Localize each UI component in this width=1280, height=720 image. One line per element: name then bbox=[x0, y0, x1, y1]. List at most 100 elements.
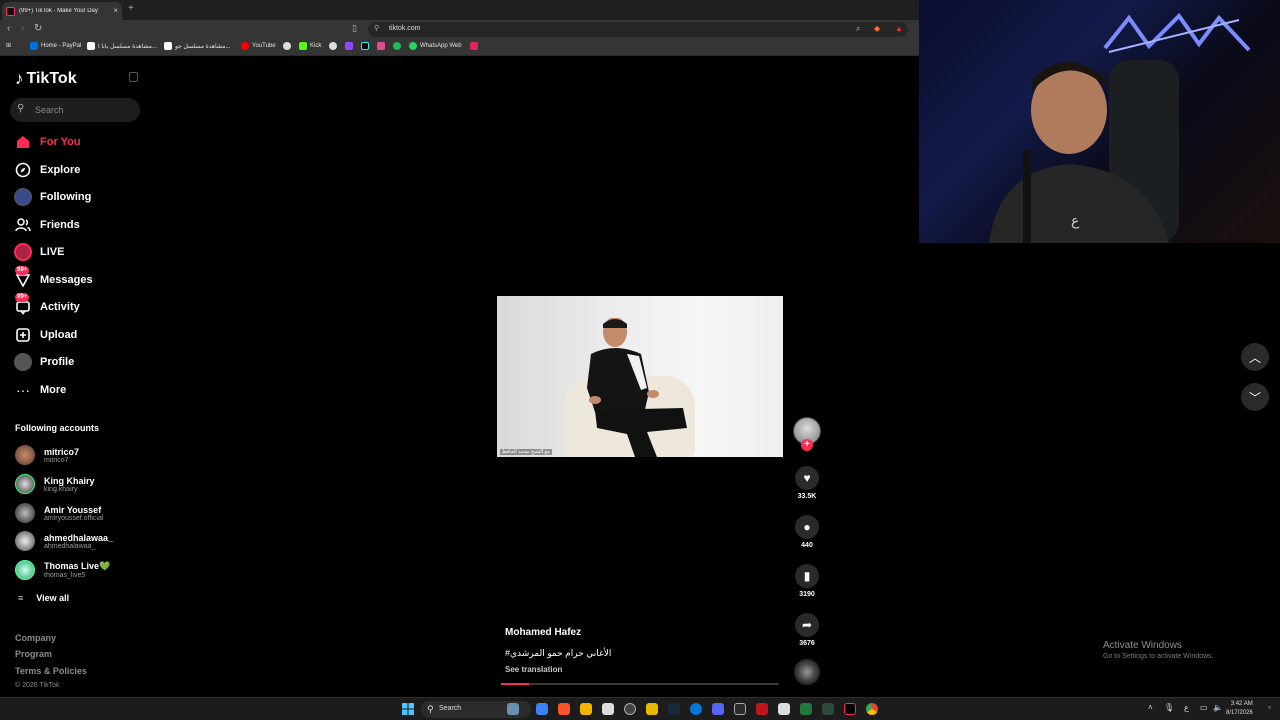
footer-link-company[interactable]: Company bbox=[15, 633, 56, 643]
nav-label: Friends bbox=[40, 219, 80, 231]
nav-label: For You bbox=[40, 136, 81, 148]
share-action[interactable]: ➦ 3676 bbox=[795, 613, 819, 647]
github-icon[interactable] bbox=[624, 703, 636, 715]
bookmark-spotify[interactable] bbox=[393, 42, 401, 50]
like-action[interactable]: ♥ 33.5K bbox=[795, 466, 819, 500]
apps-grid-icon[interactable]: ⊞ bbox=[6, 42, 11, 49]
nav-messages[interactable]: 99+ Messages bbox=[14, 266, 93, 290]
share-icon[interactable]: ➦ bbox=[795, 613, 819, 637]
bookmark-app[interactable] bbox=[377, 42, 385, 50]
copilot-icon[interactable] bbox=[536, 703, 548, 715]
windows-start-icon[interactable] bbox=[402, 703, 414, 715]
bookmark-icon[interactable]: ▮ bbox=[795, 564, 819, 588]
reload-icon[interactable]: ↻ bbox=[34, 23, 42, 35]
language-indicator[interactable]: ع bbox=[1184, 703, 1189, 712]
account-item[interactable]: mitrico7 mitrico7 bbox=[15, 444, 79, 466]
app-icon[interactable] bbox=[822, 703, 834, 715]
chevron-up-icon[interactable]: ˄ bbox=[1148, 703, 1153, 712]
brave-shield-icon[interactable]: ◆ bbox=[874, 24, 880, 33]
search-icon: ⚲ bbox=[17, 103, 25, 114]
video-progress-bar[interactable] bbox=[501, 683, 779, 685]
activate-title: Activate Windows bbox=[1103, 640, 1182, 651]
bookmark-paypal[interactable]: Home - PayPal bbox=[30, 42, 81, 50]
search-placeholder: Search bbox=[35, 105, 64, 115]
volume-icon[interactable]: 🔈 bbox=[1213, 703, 1223, 712]
nav-following[interactable]: Following bbox=[14, 187, 91, 207]
app-icon[interactable] bbox=[646, 703, 658, 715]
nav-explore[interactable]: Explore bbox=[14, 160, 80, 180]
next-video-button[interactable]: ﹀ bbox=[1241, 383, 1269, 411]
account-item[interactable]: Amir Youssef amiryoussef.official bbox=[15, 502, 103, 524]
bookmark-icon[interactable]: ▯ bbox=[352, 23, 357, 34]
tab-close-icon[interactable]: × bbox=[113, 7, 118, 15]
page-icon bbox=[164, 42, 172, 50]
bookmark-youtube[interactable]: YouTube bbox=[241, 42, 276, 50]
edge-icon[interactable] bbox=[690, 703, 702, 715]
avatar bbox=[15, 503, 35, 523]
bookmark-tiktok[interactable] bbox=[361, 42, 369, 50]
widgets-icon[interactable] bbox=[507, 703, 519, 715]
nav-upload[interactable]: Upload bbox=[14, 325, 77, 345]
zoom-icon[interactable]: ⌕ bbox=[856, 24, 860, 34]
footer-link-program[interactable]: Program bbox=[15, 649, 52, 659]
address-bar[interactable]: ⚲ tiktok.com ⌕ ◆ ▲ bbox=[368, 22, 908, 37]
forward-icon[interactable]: › bbox=[21, 23, 24, 35]
video-player[interactable]: مع الشيخ محمد الحافظ bbox=[497, 296, 783, 457]
nav-profile[interactable]: Profile bbox=[14, 352, 74, 372]
store-icon[interactable] bbox=[602, 703, 614, 715]
footer-link-terms[interactable]: Terms & Policies bbox=[15, 666, 87, 676]
nav-label: Activity bbox=[40, 301, 80, 313]
tiktok-icon[interactable] bbox=[844, 703, 856, 715]
taskbar-clock[interactable]: 3:42 AM 8/17/2026 bbox=[1226, 700, 1253, 718]
chevron-up-icon: ︿ bbox=[1248, 350, 1261, 365]
nav-friends[interactable]: Friends bbox=[14, 215, 80, 235]
new-tab-icon[interactable]: + bbox=[128, 3, 134, 14]
bookmark-series-2[interactable]: مشاهدة مسلسل جو... bbox=[164, 42, 230, 50]
view-all-button[interactable]: ≡ View all bbox=[18, 593, 69, 603]
discord-icon[interactable] bbox=[712, 703, 724, 715]
brave-rewards-icon[interactable]: ▲ bbox=[895, 24, 903, 33]
collapse-sidebar-icon[interactable] bbox=[129, 72, 138, 82]
bookmark-series-1[interactable]: مشاهدة مسلسل بابا ا... bbox=[87, 42, 157, 50]
file-explorer-icon[interactable] bbox=[580, 703, 592, 715]
account-item[interactable]: ahmedhalawaa_ ahmedhalawaa_ bbox=[15, 530, 113, 552]
bookmark-unknown-1[interactable] bbox=[283, 42, 291, 50]
nav-more[interactable]: ··· More bbox=[14, 380, 66, 400]
nav-live[interactable]: LIVE bbox=[14, 242, 64, 262]
bookmark-unknown-2[interactable] bbox=[329, 42, 337, 50]
music-disc[interactable] bbox=[794, 659, 820, 685]
comment-action[interactable]: ● 440 bbox=[795, 515, 819, 549]
account-item[interactable]: Thomas Live💚 thomas_live5 bbox=[15, 559, 110, 581]
calculator-icon[interactable] bbox=[734, 703, 746, 715]
microphone-icon[interactable]: 🎙 bbox=[1164, 703, 1174, 712]
network-icon[interactable]: ▭ bbox=[1200, 703, 1208, 712]
follow-plus-icon[interactable]: + bbox=[801, 439, 813, 451]
excel-icon[interactable] bbox=[800, 703, 812, 715]
bookmark-app-2[interactable] bbox=[470, 42, 478, 50]
search-input[interactable]: ⚲ Search bbox=[10, 98, 140, 122]
nav-activity[interactable]: 99+ Activity bbox=[14, 293, 80, 317]
browser-tab[interactable]: (99+) TikTok - Make Your Day × bbox=[2, 2, 122, 20]
bookmark-kick[interactable]: Kick bbox=[299, 42, 321, 50]
site-info-icon[interactable]: ⚲ bbox=[374, 24, 379, 32]
bookmark-action[interactable]: ▮ 3190 bbox=[795, 564, 819, 598]
comment-icon[interactable]: ● bbox=[795, 515, 819, 539]
tiktok-logo[interactable]: ♪ TikTok bbox=[15, 69, 77, 89]
bookmark-twitch[interactable] bbox=[345, 42, 353, 50]
notepad-icon[interactable] bbox=[778, 703, 790, 715]
see-translation-link[interactable]: See translation bbox=[505, 665, 562, 674]
heart-icon[interactable]: ♥ bbox=[795, 466, 819, 490]
chrome-icon[interactable] bbox=[866, 703, 878, 715]
paypal-icon bbox=[30, 42, 38, 50]
video-author[interactable]: Mohamed Hafez bbox=[505, 627, 581, 638]
nav-for-you[interactable]: For You bbox=[14, 132, 81, 152]
brave-icon[interactable] bbox=[558, 703, 570, 715]
notification-icon[interactable]: ▫ bbox=[1268, 703, 1271, 712]
bookmark-whatsapp[interactable]: WhatsApp Web bbox=[409, 42, 462, 50]
account-item[interactable]: King Khairy king.khairy bbox=[15, 473, 95, 495]
browser-tab-bar: (99+) TikTok - Make Your Day × + bbox=[0, 0, 919, 20]
previous-video-button[interactable]: ︿ bbox=[1241, 343, 1269, 371]
back-icon[interactable]: ‹ bbox=[7, 23, 10, 35]
steam-icon[interactable] bbox=[668, 703, 680, 715]
acrobat-icon[interactable] bbox=[756, 703, 768, 715]
